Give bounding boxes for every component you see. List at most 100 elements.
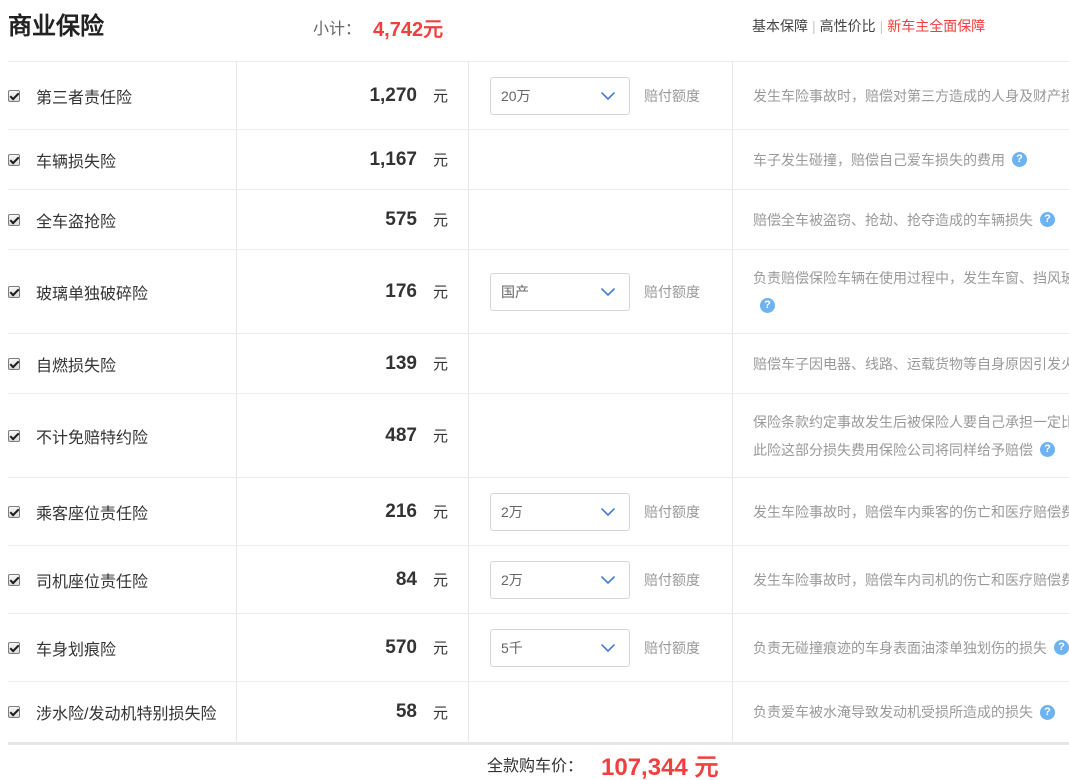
coverage-checkbox[interactable] bbox=[8, 429, 20, 442]
plan-separator: | bbox=[879, 18, 884, 34]
coverage-name-cell: 司机座位责任险 bbox=[8, 546, 237, 613]
coverage-description: 负责爱车被水淹导致发动机受损所造成的损失 bbox=[753, 698, 1069, 726]
question-circle-icon[interactable] bbox=[1012, 152, 1027, 167]
premium-cell: 139 元 bbox=[237, 334, 469, 393]
description-line: 发生车险事故时，赔偿对第三方造成的人身及财产损 bbox=[753, 82, 1069, 110]
coverage-limit-cell bbox=[469, 190, 733, 249]
total-price-value: 107,344 元 bbox=[601, 753, 719, 780]
premium-cell: 1,270 元 bbox=[237, 62, 469, 129]
coverage-checkbox[interactable] bbox=[8, 573, 20, 586]
coverage-name: 涉水险/发动机特别损失险 bbox=[36, 706, 217, 723]
coverage-checkbox[interactable] bbox=[8, 153, 20, 166]
description-line: 负责赔偿保险车辆在使用过程中，发生车窗、挡风玻 bbox=[753, 264, 1069, 292]
coverage-checkbox[interactable] bbox=[8, 285, 20, 298]
coverage-name: 乘客座位责任险 bbox=[36, 505, 149, 523]
plan-value[interactable]: 高性价比 bbox=[820, 16, 876, 36]
plan-separator: | bbox=[812, 18, 816, 34]
coverage-checkbox[interactable] bbox=[8, 641, 20, 654]
description-cell: 赔偿全车被盗窃、抢劫、抢夺造成的车辆损失 bbox=[733, 190, 1069, 249]
chevron-down-icon bbox=[601, 643, 615, 652]
coverage-checkbox[interactable] bbox=[8, 706, 20, 718]
description-cell: 发生车险事故时，赔偿车内乘客的伤亡和医疗赔偿费 bbox=[733, 478, 1069, 545]
premium-cell: 84 元 bbox=[237, 546, 469, 613]
description-text: 负责赔偿保险车辆在使用过程中，发生车窗、挡风玻 bbox=[753, 269, 1069, 286]
coverage-limit-select[interactable]: 2万 bbox=[490, 560, 630, 599]
coverage-limit-cell bbox=[469, 394, 733, 477]
description-cell: 赔偿车子因电器、线路、运载货物等自身原因引发火 bbox=[733, 334, 1069, 393]
coverage-name-cell: 第三者责任险 bbox=[8, 62, 237, 129]
coverage-description: 发生车险事故时，赔偿车内司机的伤亡和医疗赔偿费 bbox=[753, 566, 1069, 594]
coverage-name: 车身划痕险 bbox=[36, 641, 117, 659]
coverage-limit-label: 赔付额度 bbox=[644, 87, 700, 104]
insurance-row: 自燃损失险 139 元 赔偿车子因电器、线路、运载货物等自身原因引发火 bbox=[8, 334, 1069, 394]
coverage-limit-cell: 5千 赔付额度 bbox=[469, 614, 733, 681]
coverage-limit-cell bbox=[469, 334, 733, 393]
plan-basic[interactable]: 基本保障 bbox=[752, 16, 808, 36]
coverage-checkbox[interactable] bbox=[8, 213, 20, 226]
premium-unit: 元 bbox=[432, 504, 448, 521]
coverage-limit-cell: 20万 赔付额度 bbox=[469, 62, 733, 129]
description-text: 此险这部分损失费用保险公司将同样给予赔偿 bbox=[753, 441, 1033, 458]
insurance-row: 全车盗抢险 575 元 赔偿全车被盗窃、抢劫、抢夺造成的车辆损失 bbox=[8, 190, 1069, 250]
subtotal-label: 小计： bbox=[313, 21, 362, 38]
description-text: 发生车险事故时，赔偿车内司机的伤亡和医疗赔偿费 bbox=[753, 571, 1069, 588]
description-text: 赔偿全车被盗窃、抢劫、抢夺造成的车辆损失 bbox=[753, 211, 1033, 228]
coverage-limit-label: 赔付额度 bbox=[644, 503, 700, 520]
premium-amount: 216 bbox=[385, 500, 417, 522]
description-cell: 发生车险事故时，赔偿车内司机的伤亡和医疗赔偿费 bbox=[733, 546, 1069, 613]
coverage-limit-value: 5千 bbox=[501, 639, 523, 656]
coverage-name: 不计免赔特约险 bbox=[36, 429, 149, 447]
question-circle-icon[interactable] bbox=[1054, 640, 1069, 655]
coverage-checkbox[interactable] bbox=[8, 357, 20, 370]
coverage-name-cell: 不计免赔特约险 bbox=[8, 394, 237, 477]
premium-cell: 216 元 bbox=[237, 478, 469, 545]
premium-unit: 元 bbox=[432, 356, 448, 373]
premium-unit: 元 bbox=[432, 640, 448, 657]
description-line: 赔偿全车被盗窃、抢劫、抢夺造成的车辆损失 bbox=[753, 206, 1069, 234]
coverage-description: 发生车险事故时，赔偿对第三方造成的人身及财产损 bbox=[753, 82, 1069, 110]
premium-cell: 1,167 元 bbox=[237, 130, 469, 189]
coverage-limit-select[interactable]: 国产 bbox=[490, 272, 630, 311]
coverage-name-cell: 乘客座位责任险 bbox=[8, 478, 237, 545]
premium-amount: 1,270 bbox=[369, 84, 417, 106]
premium-cell: 58 元 bbox=[237, 682, 469, 742]
chevron-down-icon bbox=[601, 287, 615, 296]
coverage-limit-select[interactable]: 5千 bbox=[490, 628, 630, 667]
insurance-row: 玻璃单独破碎险 176 元 国产 赔付额度 负责赔偿保险车辆在使用过程中，发生车窗、挡风玻 bbox=[8, 250, 1069, 334]
coverage-name: 第三者责任险 bbox=[36, 89, 133, 107]
coverage-description: 保险条款约定事故发生后被保险人要自己承担一定比此险这部分损失费用保险公司将同样给… bbox=[753, 408, 1069, 464]
coverage-name: 司机座位责任险 bbox=[36, 573, 149, 591]
total-price-label: 全款购车价： bbox=[487, 758, 584, 775]
premium-unit: 元 bbox=[432, 704, 448, 722]
insurance-row: 车辆损失险 1,167 元 车子发生碰撞，赔偿自己爱车损失的费用 bbox=[8, 130, 1069, 190]
premium-unit: 元 bbox=[432, 152, 448, 169]
coverage-name-cell: 自燃损失险 bbox=[8, 334, 237, 393]
coverage-limit-value: 20万 bbox=[501, 87, 531, 104]
plan-new-owner-full[interactable]: 新车主全面保障 bbox=[887, 16, 985, 36]
coverage-limit-label: 赔付额度 bbox=[644, 571, 700, 588]
question-circle-icon[interactable] bbox=[760, 298, 775, 313]
subtotal: 小计： 4,742元 bbox=[313, 14, 443, 41]
premium-amount: 487 bbox=[385, 424, 417, 446]
description-line bbox=[753, 292, 1069, 320]
plan-tabs: 基本保障 | 高性价比 | 新车主全面保障 bbox=[752, 16, 985, 36]
question-circle-icon[interactable] bbox=[1040, 704, 1055, 720]
insurance-row: 第三者责任险 1,270 元 20万 赔付额度 发生车险事故时，赔偿对第三方造成的人身及财… bbox=[8, 62, 1069, 130]
coverage-description: 负责赔偿保险车辆在使用过程中，发生车窗、挡风玻 bbox=[753, 264, 1069, 320]
chevron-down-icon bbox=[601, 91, 615, 100]
premium-unit: 元 bbox=[432, 572, 448, 589]
description-cell: 负责赔偿保险车辆在使用过程中，发生车窗、挡风玻 bbox=[733, 250, 1069, 333]
question-circle-icon[interactable] bbox=[1040, 442, 1055, 457]
premium-amount: 176 bbox=[385, 280, 417, 302]
description-line: 保险条款约定事故发生后被保险人要自己承担一定比 bbox=[753, 408, 1069, 436]
coverage-checkbox[interactable] bbox=[8, 89, 20, 102]
coverage-name: 玻璃单独破碎险 bbox=[36, 285, 149, 303]
description-text: 发生车险事故时，赔偿车内乘客的伤亡和医疗赔偿费 bbox=[753, 503, 1069, 520]
coverage-limit-select[interactable]: 20万 bbox=[490, 76, 630, 115]
question-circle-icon[interactable] bbox=[1040, 212, 1055, 227]
coverage-limit-label: 赔付额度 bbox=[644, 639, 700, 656]
coverage-limit-select[interactable]: 2万 bbox=[490, 492, 630, 531]
coverage-checkbox[interactable] bbox=[8, 505, 20, 518]
description-text: 负责无碰撞痕迹的车身表面油漆单独划伤的损失 bbox=[753, 639, 1047, 656]
coverage-name-cell: 涉水险/发动机特别损失险 bbox=[8, 682, 237, 742]
